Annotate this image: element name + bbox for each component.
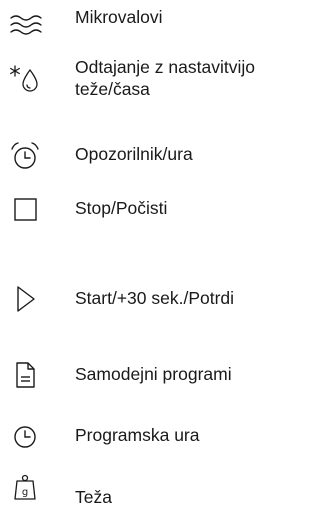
legend-label: Programska ura: [75, 425, 200, 445]
play-triangle-icon: [8, 282, 42, 316]
legend-label: Mikrovalovi: [75, 7, 163, 27]
microwave-waves-icon: [8, 10, 42, 44]
legend-label: Samodejni programi: [75, 364, 232, 384]
legend-label: Opozorilnik/ura: [75, 144, 193, 164]
svg-text:g: g: [22, 487, 28, 498]
legend-label: Stop/Počisti: [75, 198, 168, 218]
document-icon: [8, 358, 42, 392]
weight-icon: g: [8, 472, 42, 506]
alarm-clock-icon: [8, 139, 42, 173]
legend-label: Odtajanje z nastavitvijo teže/časa: [75, 57, 255, 99]
clock-icon: [8, 420, 42, 454]
legend-label: Teža: [75, 487, 112, 507]
defrost-icon: [8, 62, 42, 96]
stop-square-icon: [8, 192, 42, 226]
legend-label: Start/+30 sek./Potrdi: [75, 288, 235, 308]
